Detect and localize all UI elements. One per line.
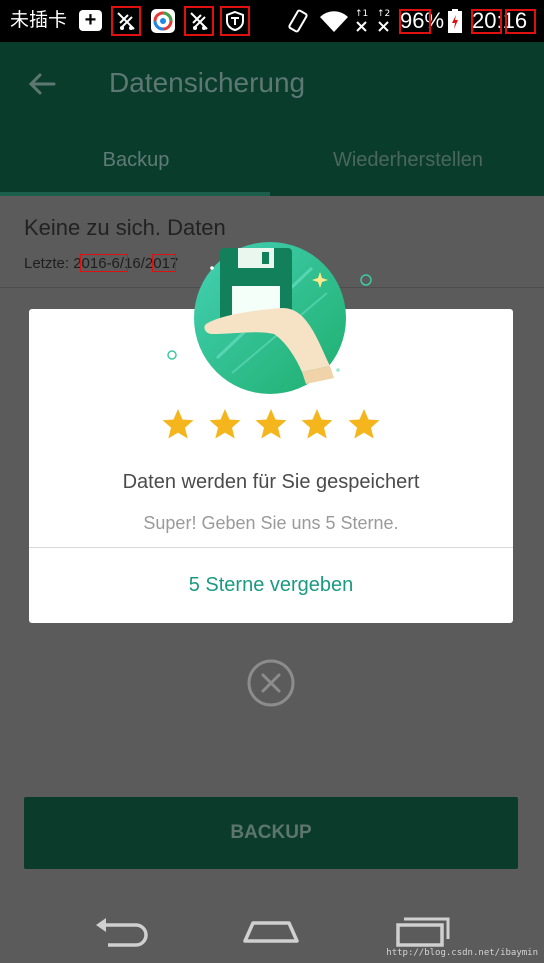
tab-restore[interactable]: Wiederherstellen <box>272 138 544 194</box>
floppy-disk-in-hand-icon <box>167 242 372 394</box>
rate-five-stars-button[interactable]: 5 Sterne vergeben <box>29 548 513 623</box>
highlight-box <box>399 9 431 34</box>
home-icon[interactable] <box>241 911 301 951</box>
star-icon[interactable] <box>208 407 242 441</box>
app-icon-1 <box>111 6 141 36</box>
navigation-bar: http://blog.csdn.net/ibaymin <box>0 891 544 963</box>
app-bar: Datensicherung Backup Wiederherstellen <box>0 42 544 196</box>
backup-button[interactable]: BACKUP <box>24 797 518 869</box>
star-icon[interactable] <box>300 407 334 441</box>
back-icon[interactable] <box>92 911 152 951</box>
dialog-subline: Super! Geben Sie uns 5 Sterne. <box>143 513 399 533</box>
svg-text:↑1: ↑1 <box>355 9 368 19</box>
shield-icon <box>220 6 250 36</box>
watermark: http://blog.csdn.net/ibaymin <box>386 948 538 958</box>
recents-icon[interactable] <box>392 911 452 951</box>
vibrate-icon <box>288 9 308 33</box>
sim2-icon: ↑2 <box>377 9 390 32</box>
carrier-label: 未插卡 <box>10 9 68 31</box>
dialog-headline: Daten werden für Sie gespeichert <box>122 471 420 493</box>
highlight-box <box>80 254 128 272</box>
browser-icon <box>148 6 178 36</box>
star-icon[interactable] <box>161 407 195 441</box>
star-icon[interactable] <box>347 407 381 441</box>
status-bar: 未插卡 + ↑1 ↑2 96% 20:16 <box>0 0 544 42</box>
tab-backup[interactable]: Backup <box>0 138 272 194</box>
plus-icon: + <box>79 10 102 31</box>
page-title: Datensicherung <box>109 67 306 98</box>
close-circle-icon[interactable] <box>246 658 296 708</box>
highlight-box <box>505 9 536 34</box>
star-icon[interactable] <box>254 407 288 441</box>
wifi-icon <box>320 11 348 32</box>
highlight-box <box>471 9 502 34</box>
arrow-left-icon[interactable] <box>26 68 58 100</box>
star-rating[interactable] <box>29 407 513 443</box>
battery-icon <box>448 9 462 33</box>
svg-text:↑2: ↑2 <box>377 9 390 19</box>
app-icon-2 <box>184 6 214 36</box>
sim1-icon: ↑1 <box>355 9 368 32</box>
